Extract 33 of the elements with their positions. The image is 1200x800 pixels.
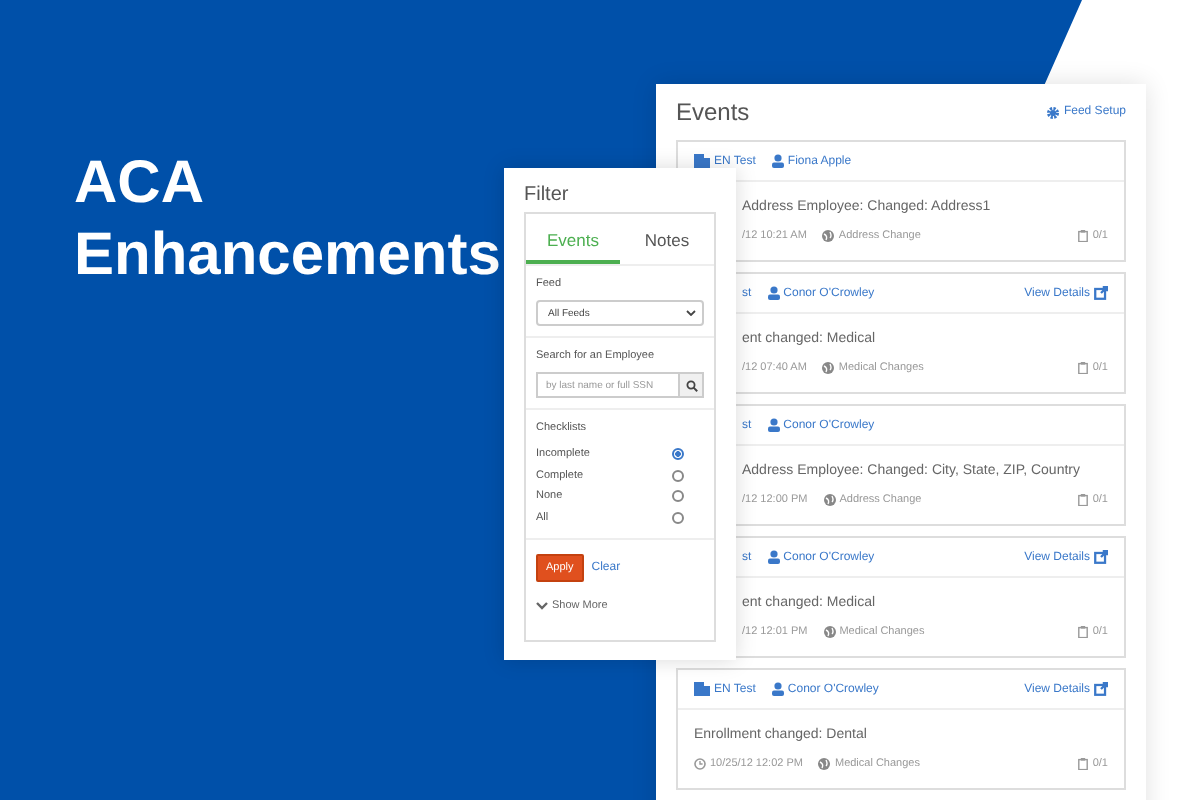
tab[interactable]: Events [526,214,620,264]
external-link-icon [1094,550,1108,564]
radio-button[interactable] [672,511,684,524]
user-icon [767,550,780,564]
radio-button[interactable] [672,490,684,503]
radio-button[interactable] [672,448,684,461]
clipboard-icon [1078,362,1089,374]
user-icon [771,154,784,168]
external-link-icon [1094,682,1108,696]
clipboard-icon [1078,494,1089,506]
caret-icon [686,310,696,316]
clipboard-icon [1078,626,1089,638]
panel-title: Filter [524,184,571,210]
external-link-icon [1094,286,1108,300]
globe-icon [818,758,831,770]
headline: ACA Enhancements [74,148,501,292]
user-icon [771,682,784,696]
globe-icon [823,626,836,638]
globe-icon [822,230,835,242]
user-icon [767,418,780,432]
search-icon [685,379,697,391]
panel-title: Events [676,98,750,126]
clipboard-icon [1078,758,1089,770]
globe-icon [822,362,835,374]
radio-button[interactable] [672,469,684,482]
tab[interactable]: Notes [620,214,714,264]
user-icon [767,286,780,300]
globe-icon [823,494,836,506]
chevron-down-icon [536,602,548,610]
gear-icon [1045,105,1060,119]
clock-icon [694,758,706,770]
clipboard-icon [1078,230,1089,242]
search-button[interactable] [680,372,704,398]
